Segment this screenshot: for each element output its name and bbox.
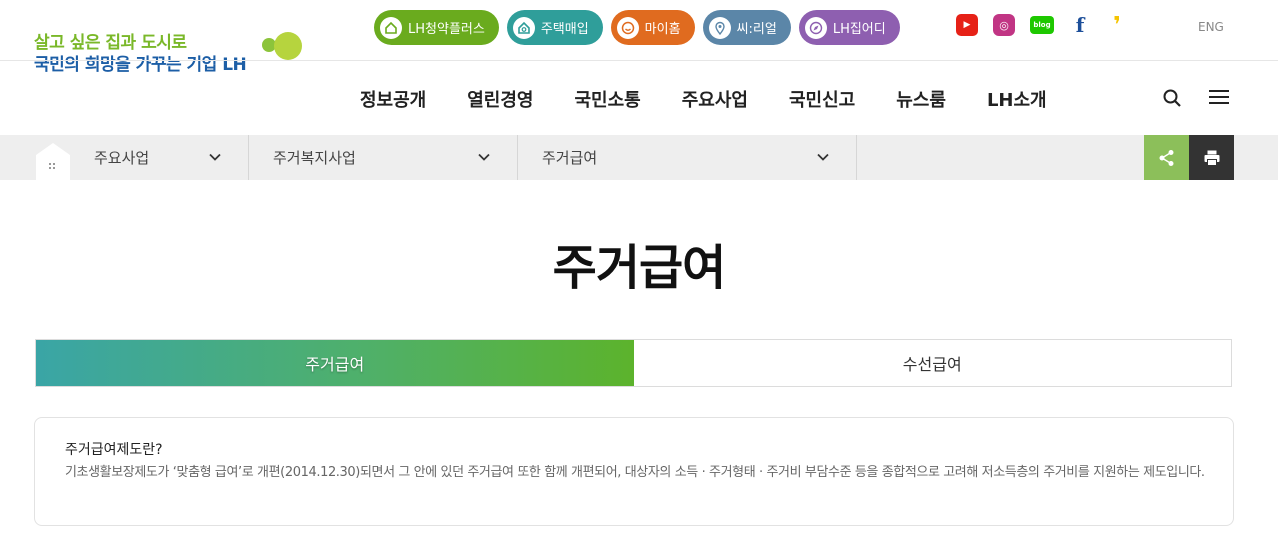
share-button[interactable]	[1144, 135, 1189, 180]
chevron-down-icon	[209, 153, 221, 161]
share-icon	[1159, 149, 1173, 166]
print-icon	[1204, 150, 1219, 166]
breadcrumb-dropdown-level2[interactable]: 주거복지사업	[249, 135, 518, 180]
lh-logo[interactable]: 살고 싶은 집과 도시로 국민의 희망을 가꾸는 기업 LH	[34, 28, 324, 76]
breadcrumb-dropdown-level3[interactable]: 주거급여	[518, 135, 857, 180]
quick-link-lh-subscription[interactable]: LH청약플러스	[374, 10, 499, 45]
chevron-down-icon	[817, 153, 829, 161]
quick-link-sereal[interactable]: 씨:리얼	[702, 10, 791, 45]
quick-link-house-purchase[interactable]: 주택매입	[506, 10, 603, 45]
quick-link-label: LH집어디	[832, 22, 886, 37]
quick-links: LH청약플러스 주택매입 마이홈 씨:리얼 LH집어디	[374, 10, 900, 45]
info-description: 기초생활보장제도가 ‘맞춤형 급여’로 개편(2014.12.30)되면서 그 …	[65, 465, 1205, 480]
nav-item-about-lh[interactable]: LH소개	[987, 86, 1047, 112]
nav-item-report[interactable]: 국민신고	[789, 86, 855, 112]
chevron-down-icon	[478, 153, 490, 161]
tab-housing-benefit[interactable]: 주거급여	[36, 340, 634, 386]
nav-item-open-management[interactable]: 열린경영	[467, 86, 533, 112]
location-bar: 주요사업 주거복지사업 주거급여	[0, 135, 1278, 180]
quick-link-lh-where[interactable]: LH집어디	[798, 10, 900, 45]
tab-repair-benefit[interactable]: 수선급여	[633, 340, 1231, 386]
quick-link-label: 씨:리얼	[736, 22, 777, 37]
social-links: ▶ ◎ blog f ❜	[956, 13, 1128, 38]
nav-item-newsroom[interactable]: 뉴스룸	[896, 86, 946, 112]
print-button[interactable]	[1189, 135, 1234, 180]
home-icon	[380, 16, 402, 39]
youtube-icon[interactable]: ▶	[956, 14, 978, 36]
quick-link-label: 주택매입	[540, 22, 589, 37]
breadcrumb-dropdown-level1[interactable]: 주요사업	[70, 135, 249, 180]
nav-item-info-disclosure[interactable]: 정보공개	[360, 86, 426, 112]
info-question: 주거급여제도란?	[65, 442, 163, 458]
facebook-icon[interactable]: f	[1069, 13, 1091, 37]
search-icon[interactable]	[1162, 88, 1182, 108]
quick-link-myhome[interactable]: 마이홈	[610, 10, 695, 45]
blog-icon[interactable]: blog	[1030, 16, 1054, 34]
info-box: 주거급여제도란? 기초생활보장제도가 ‘맞춤형 급여’로 개편(2014.12.…	[34, 417, 1234, 526]
site-header: 살고 싶은 집과 도시로 국민의 희망을 가꾸는 기업 LH LH청약플러스 주…	[0, 0, 1278, 135]
instagram-icon[interactable]: ◎	[993, 14, 1015, 36]
breadcrumb-level3-label: 주거급여	[542, 149, 598, 167]
language-english-link[interactable]: ENG	[1198, 20, 1224, 34]
location-pin-icon	[708, 16, 731, 39]
global-nav: 정보공개 열린경영 국민소통 주요사업 국민신고 뉴스룸 LH소개	[360, 86, 1047, 112]
smile-icon	[616, 16, 639, 39]
hamburger-menu-icon[interactable]	[1208, 88, 1230, 106]
kakao-story-icon[interactable]: ❜	[1106, 13, 1128, 38]
header-divider	[0, 60, 1278, 61]
logo-slogan-line2: 국민의 희망을 가꾸는 기업 LH	[34, 55, 247, 75]
nav-item-main-business[interactable]: 주요사업	[682, 86, 748, 112]
breadcrumb-level2-label: 주거복지사업	[273, 149, 356, 167]
quick-link-label: LH청약플러스	[408, 22, 485, 37]
breadcrumb-level1-label: 주요사업	[94, 149, 150, 167]
compass-icon	[804, 16, 827, 39]
nav-item-communication[interactable]: 국민소통	[575, 86, 641, 112]
logo-dot-large	[274, 32, 302, 60]
quick-link-label: 마이홈	[644, 22, 681, 37]
content-tabs: 주거급여 수선급여	[35, 339, 1232, 387]
house-search-icon	[512, 16, 535, 39]
page-title: 주거급여	[552, 240, 727, 296]
home-breadcrumb-icon[interactable]	[36, 143, 70, 180]
